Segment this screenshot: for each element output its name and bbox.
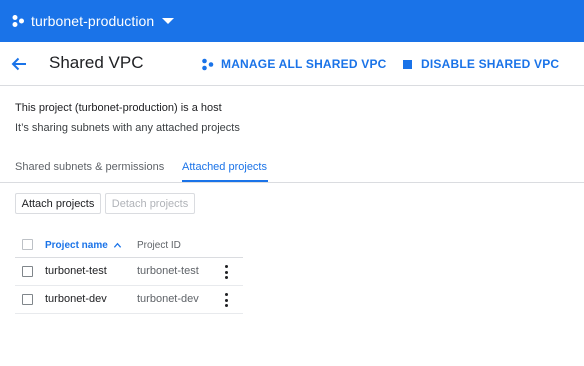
more-vert-icon[interactable]: [222, 265, 230, 279]
stop-icon: [403, 59, 412, 69]
attach-projects-button[interactable]: Attach projects: [15, 193, 101, 214]
disable-shared-vpc-button[interactable]: DISABLE SHARED VPC: [401, 56, 559, 72]
shared-vpc-icon: [202, 58, 214, 70]
project-name-cell: turbonet-test: [45, 265, 107, 277]
column-header-project-name-label: Project name: [45, 240, 108, 251]
more-vert-icon[interactable]: [222, 293, 230, 307]
active-tab-indicator: [182, 180, 268, 182]
project-name-cell: turbonet-dev: [45, 293, 107, 305]
column-header-project-id: Project ID: [137, 240, 181, 251]
row-checkbox[interactable]: [22, 294, 33, 305]
project-name: turbonet-production: [31, 13, 155, 29]
attached-projects-table: Project name Project ID turbonet-test tu…: [15, 232, 243, 314]
sort-ascending-icon: [113, 242, 121, 248]
tab-attached-projects[interactable]: Attached projects: [182, 161, 267, 173]
manage-all-shared-vpc-button[interactable]: MANAGE ALL SHARED VPC: [201, 56, 387, 72]
caret-down-icon: [162, 18, 175, 24]
table-row: turbonet-test turbonet-test: [15, 258, 243, 286]
column-header-project-name[interactable]: Project name: [45, 240, 122, 251]
arrow-back-icon[interactable]: [9, 54, 29, 74]
select-all-checkbox[interactable]: [22, 239, 33, 250]
disable-shared-vpc-label: DISABLE SHARED VPC: [421, 57, 560, 71]
host-status-title: This project (turbonet-production) is a …: [15, 102, 222, 114]
detach-projects-button: Detach projects: [105, 193, 195, 214]
page-title: Shared VPC: [49, 53, 144, 72]
host-status-subtitle: It’s sharing subnets with any attached p…: [15, 122, 240, 134]
project-id-cell: turbonet-test: [137, 265, 199, 277]
row-checkbox[interactable]: [22, 266, 33, 277]
tab-bar: Shared subnets & permissions Attached pr…: [0, 154, 584, 183]
manage-all-shared-vpc-label: MANAGE ALL SHARED VPC: [221, 57, 387, 71]
tab-shared-subnets-permissions[interactable]: Shared subnets & permissions: [15, 161, 164, 173]
page-header: Shared VPC MANAGE ALL SHARED VPC DISABLE…: [0, 42, 584, 86]
project-switcher[interactable]: turbonet-production: [11, 10, 175, 32]
table-header: Project name Project ID: [15, 232, 243, 258]
top-bar: turbonet-production: [0, 0, 584, 42]
project-id-cell: turbonet-dev: [137, 293, 199, 305]
table-row: turbonet-dev turbonet-dev: [15, 286, 243, 314]
project-nodes-icon: [12, 15, 24, 27]
